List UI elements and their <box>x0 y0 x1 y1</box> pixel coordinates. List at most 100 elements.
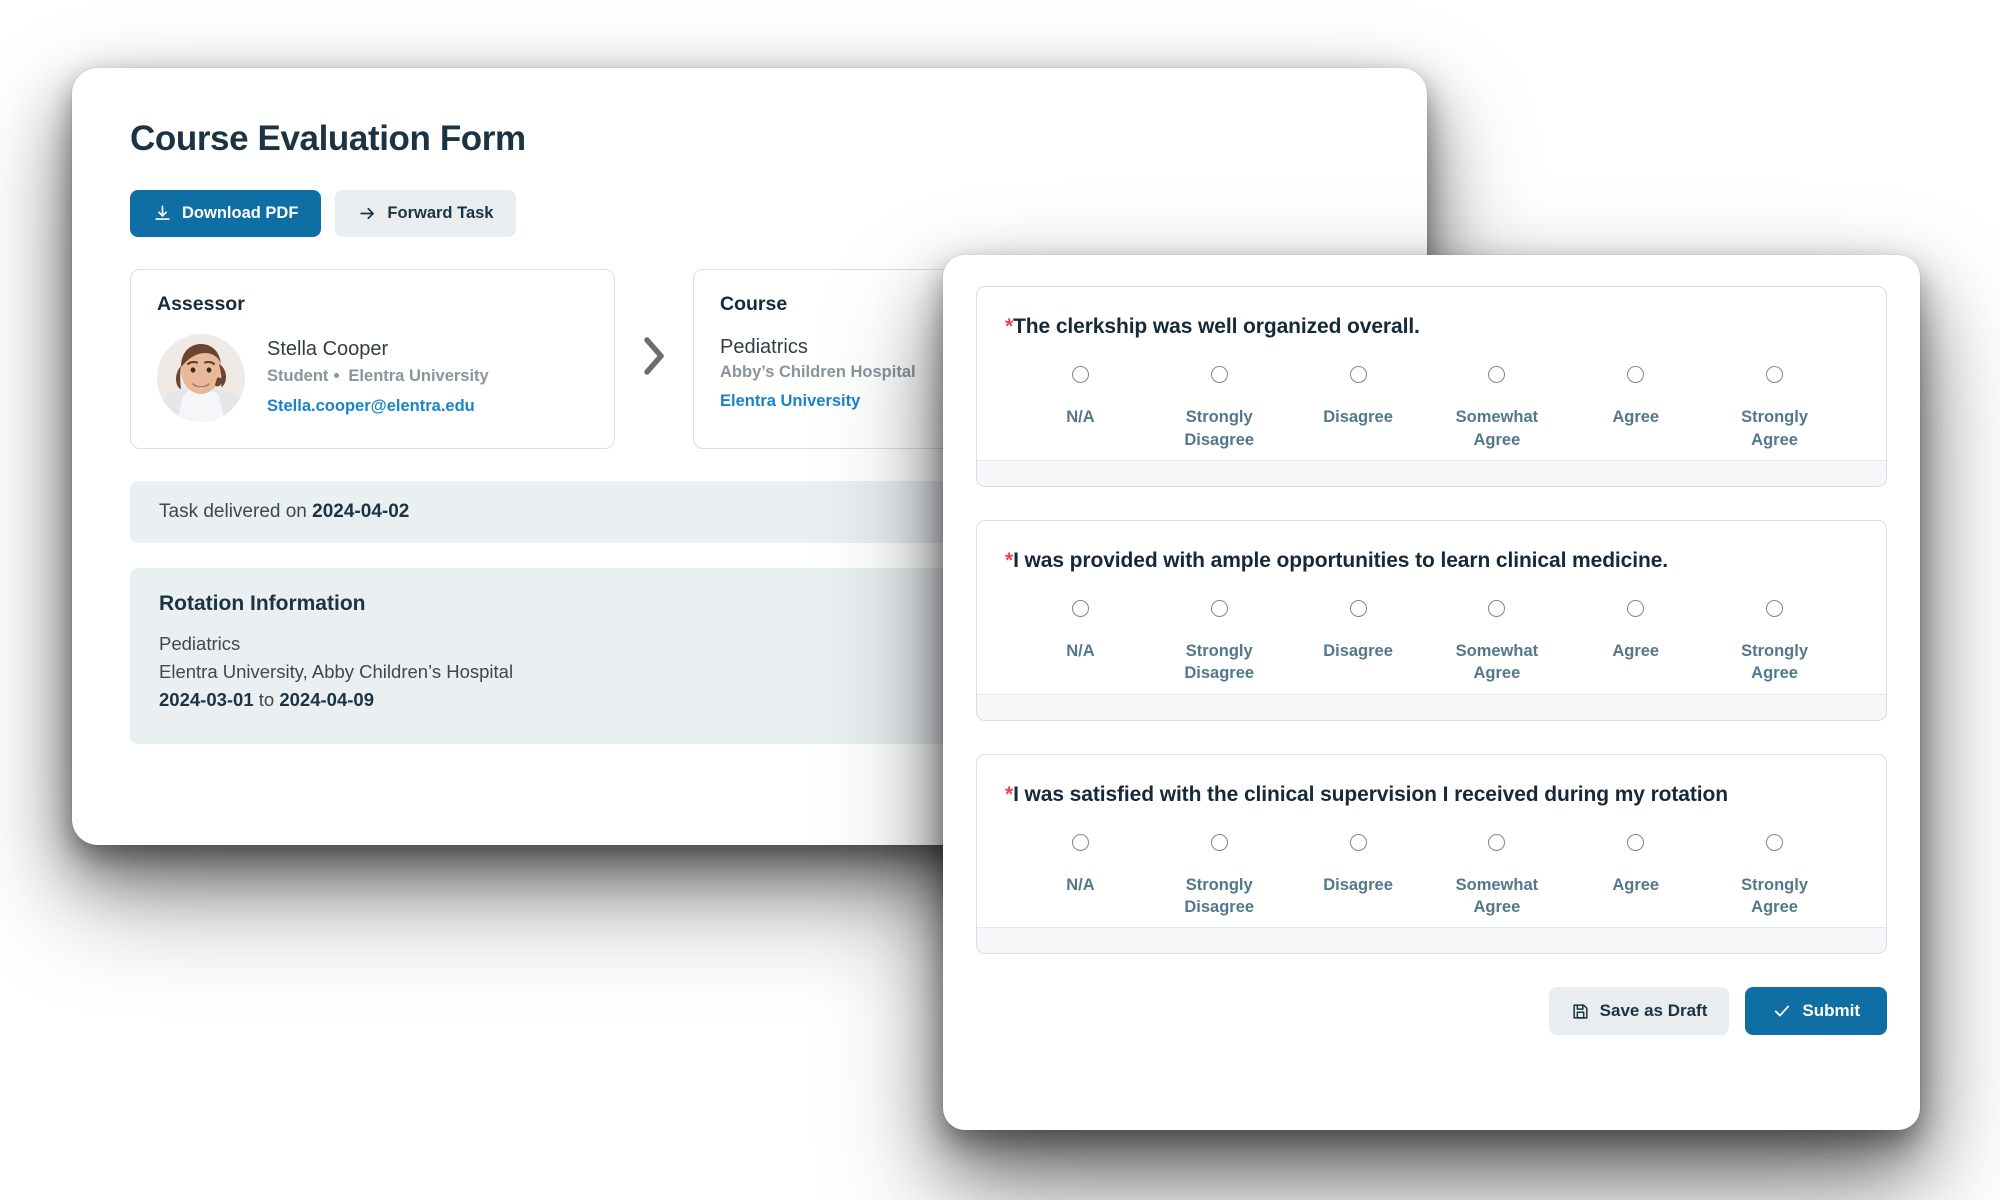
scale-option-label: Agree <box>1612 875 1660 894</box>
scale-option-disagree[interactable]: Disagree <box>1289 833 1428 919</box>
required-marker: * <box>1005 548 1014 572</box>
submit-button[interactable]: Submit <box>1745 987 1887 1036</box>
top-action-bar: Download PDF Forward Task <box>130 189 1427 237</box>
assessor-role-org: Student Elentra University <box>267 364 489 389</box>
scale-option-label: Strongly Disagree <box>1184 875 1255 917</box>
required-marker: * <box>1005 315 1014 338</box>
card-separator <box>615 269 693 449</box>
question-body: *I was satisfied with the clinical super… <box>977 755 1886 928</box>
scale-option-na[interactable]: N/A <box>1011 366 1150 451</box>
scale-option-strongly-agree[interactable]: Strongly Agree <box>1705 366 1844 451</box>
likert-scale: N/A Strongly Disagree Disagree Somewhat … <box>1005 600 1858 685</box>
forward-task-label: Forward Task <box>387 203 494 222</box>
forward-task-button[interactable]: Forward Task <box>335 189 517 237</box>
radio-icon[interactable] <box>1210 366 1228 384</box>
radio-icon[interactable] <box>1766 833 1784 851</box>
chevron-right-icon <box>637 333 671 384</box>
download-pdf-label: Download PDF <box>182 203 299 222</box>
scale-option-strongly-agree[interactable]: Strongly Agree <box>1705 600 1844 685</box>
scale-option-label: N/A <box>1066 408 1095 427</box>
scale-option-agree[interactable]: Agree <box>1566 366 1705 451</box>
scale-option-label: Strongly Agree <box>1741 875 1808 917</box>
radio-icon[interactable] <box>1627 833 1645 851</box>
likert-scale: N/A Strongly Disagree Disagree Somewhat … <box>1005 833 1858 919</box>
assessor-email-link[interactable]: Stella.cooper@elentra.edu <box>267 394 489 419</box>
assessor-card: Assessor Stella Cooper Student Elentra U… <box>130 268 615 449</box>
question-text-wrap: *I was satisfied with the clinical super… <box>1005 781 1858 808</box>
radio-icon[interactable] <box>1210 600 1228 618</box>
rotation-end-date: 2024-04-09 <box>279 688 374 710</box>
question-card: *I was provided with ample opportunities… <box>976 519 1887 721</box>
radio-icon[interactable] <box>1071 600 1089 618</box>
question-card-footer <box>977 459 1886 486</box>
save-as-draft-button[interactable]: Save as Draft <box>1548 987 1730 1036</box>
scale-option-label: Strongly Agree <box>1741 642 1808 683</box>
question-card-footer <box>977 693 1886 720</box>
question-body: *I was provided with ample opportunities… <box>977 521 1886 694</box>
download-pdf-button[interactable]: Download PDF <box>130 189 322 237</box>
radio-icon[interactable] <box>1488 366 1506 384</box>
radio-icon[interactable] <box>1488 600 1506 618</box>
radio-icon[interactable] <box>1349 833 1367 851</box>
question-text: I was provided with ample opportunities … <box>1013 548 1669 572</box>
scale-option-label: N/A <box>1066 875 1095 894</box>
likert-scale: N/A Strongly Disagree Disagree Somewhat … <box>1005 366 1858 451</box>
scale-option-somewhat-agree[interactable]: Somewhat Agree <box>1427 366 1566 451</box>
scale-option-label: Strongly Disagree <box>1184 642 1255 683</box>
radio-icon[interactable] <box>1627 600 1645 618</box>
scale-option-agree[interactable]: Agree <box>1566 600 1705 685</box>
scale-option-disagree[interactable]: Disagree <box>1289 600 1428 685</box>
radio-icon[interactable] <box>1210 833 1228 851</box>
assessor-body: Stella Cooper Student Elentra University … <box>157 333 588 422</box>
task-delivered-date: 2024-04-02 <box>312 500 410 522</box>
download-icon <box>153 204 172 223</box>
task-delivered-prefix: Task delivered on <box>159 500 313 522</box>
assessor-details: Stella Cooper Student Elentra University … <box>267 336 489 419</box>
scale-option-disagree[interactable]: Disagree <box>1289 366 1428 451</box>
arrow-right-icon <box>358 204 377 223</box>
question-text-wrap: *The clerkship was well organized overal… <box>1005 313 1858 340</box>
scale-option-strongly-disagree[interactable]: Strongly Disagree <box>1150 833 1289 919</box>
assessor-card-title: Assessor <box>157 292 245 315</box>
scale-option-na[interactable]: N/A <box>1011 833 1150 919</box>
scale-option-strongly-agree[interactable]: Strongly Agree <box>1705 833 1844 919</box>
radio-icon[interactable] <box>1766 600 1784 618</box>
scale-option-somewhat-agree[interactable]: Somewhat Agree <box>1427 833 1566 919</box>
evaluation-questions-panel: *The clerkship was well organized overal… <box>943 255 1920 1130</box>
avatar <box>157 333 245 422</box>
question-text-wrap: *I was provided with ample opportunities… <box>1005 547 1858 574</box>
radio-icon[interactable] <box>1766 366 1784 384</box>
radio-icon[interactable] <box>1349 600 1367 618</box>
check-icon <box>1772 1001 1792 1021</box>
scale-option-strongly-disagree[interactable]: Strongly Disagree <box>1150 600 1289 685</box>
scale-option-somewhat-agree[interactable]: Somewhat Agree <box>1427 600 1566 685</box>
scale-option-label: Somewhat Agree <box>1455 642 1539 683</box>
radio-icon[interactable] <box>1627 366 1645 384</box>
question-card: *I was satisfied with the clinical super… <box>976 753 1887 955</box>
save-icon <box>1571 1002 1590 1021</box>
scale-option-label: Disagree <box>1323 875 1393 894</box>
assessor-name: Stella Cooper <box>267 338 389 361</box>
scale-option-label: Strongly Agree <box>1741 408 1808 449</box>
scale-option-label: Strongly Disagree <box>1184 408 1255 449</box>
scale-option-label: Agree <box>1612 642 1660 661</box>
question-text: I was satisfied with the clinical superv… <box>1013 782 1728 806</box>
form-action-bar: Save as Draft Submit <box>976 987 1887 1036</box>
radio-icon[interactable] <box>1349 366 1367 384</box>
radio-icon[interactable] <box>1488 833 1506 851</box>
scale-option-strongly-disagree[interactable]: Strongly Disagree <box>1150 366 1289 451</box>
scale-option-label: Somewhat Agree <box>1455 408 1539 449</box>
question-body: *The clerkship was well organized overal… <box>977 287 1886 460</box>
radio-icon[interactable] <box>1071 366 1089 384</box>
submit-label: Submit <box>1802 1001 1860 1021</box>
question-text: The clerkship was well organized overall… <box>1013 315 1420 338</box>
scale-option-label: Somewhat Agree <box>1455 875 1539 917</box>
question-card: *The clerkship was well organized overal… <box>976 286 1887 487</box>
scale-option-agree[interactable]: Agree <box>1566 833 1705 919</box>
assessor-organization: Elentra University <box>348 367 489 386</box>
radio-icon[interactable] <box>1071 833 1089 851</box>
scale-option-label: Disagree <box>1323 642 1393 661</box>
scale-option-label: N/A <box>1066 642 1095 661</box>
scale-option-na[interactable]: N/A <box>1011 600 1150 685</box>
scale-option-label: Disagree <box>1323 408 1393 427</box>
